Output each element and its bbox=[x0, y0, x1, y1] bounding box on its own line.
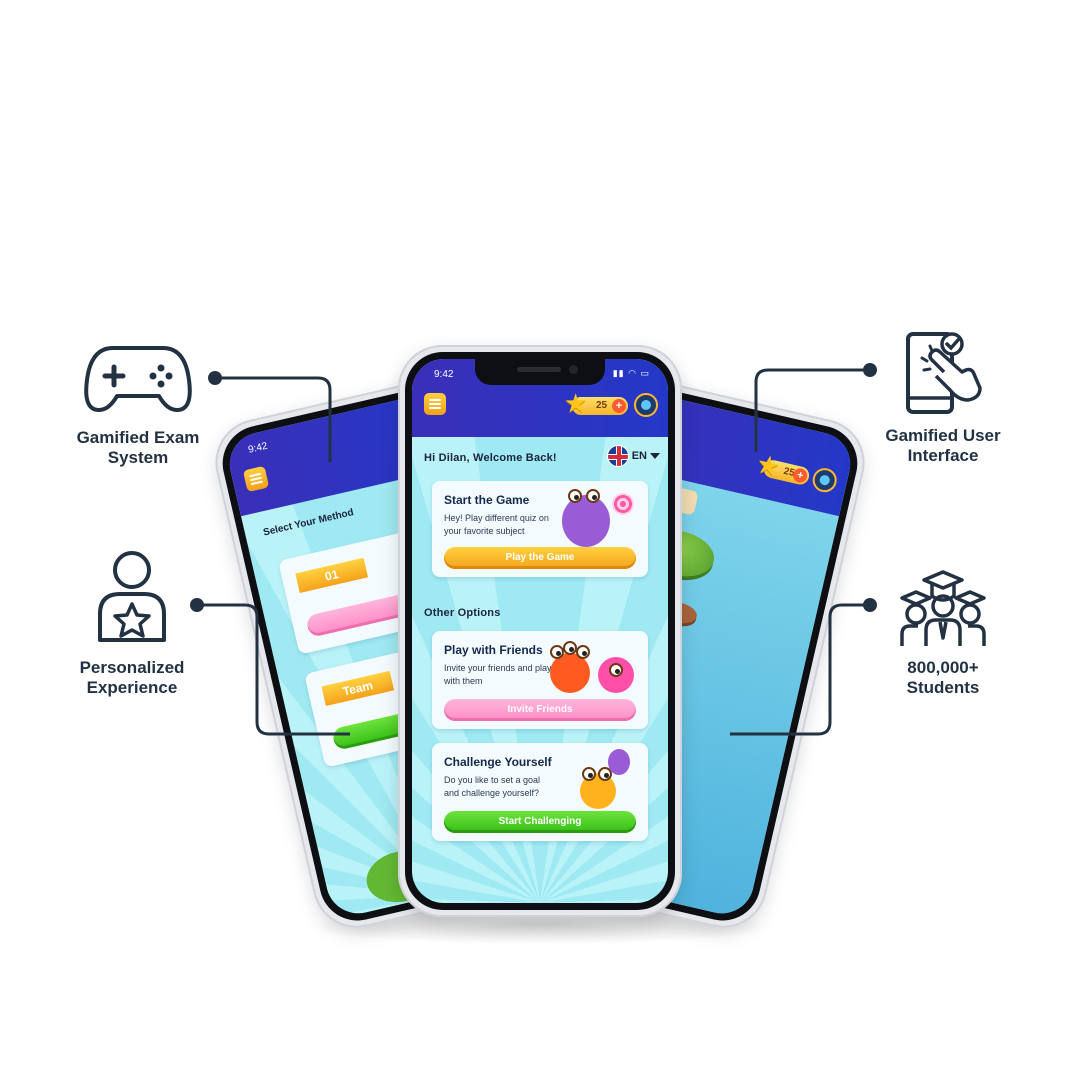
feature-label: Personalized Experience bbox=[79, 658, 185, 697]
feature-gamified-ui: Gamified User Interface bbox=[858, 330, 1028, 466]
right-stars-counter[interactable]: ★ 25 + bbox=[754, 448, 811, 487]
phone-tap-icon bbox=[906, 332, 982, 414]
add-stars-icon[interactable]: + bbox=[791, 467, 809, 484]
right-profile-avatar[interactable] bbox=[810, 465, 840, 495]
card-title: Play with Friends bbox=[444, 643, 543, 657]
feature-label: Gamified User Interface bbox=[885, 426, 1001, 465]
other-options-heading: Other Options bbox=[424, 607, 501, 619]
center-status-time: 9:42 bbox=[434, 369, 454, 380]
left-ribbon-team: Team bbox=[321, 670, 395, 707]
feature-students: 800,000+ Students bbox=[858, 568, 1028, 698]
left-ribbon-01: 01 bbox=[295, 557, 369, 594]
notch-camera bbox=[569, 365, 578, 374]
invite-friends-button[interactable]: Invite Friends bbox=[444, 699, 636, 721]
graduates-icon bbox=[900, 570, 986, 646]
pink-monster-icon bbox=[598, 657, 634, 693]
feature-personalized: Personalized Experience bbox=[47, 548, 217, 698]
star-icon: ★ bbox=[564, 388, 588, 418]
profile-avatar[interactable] bbox=[634, 393, 658, 417]
orange-monster-icon bbox=[550, 641, 590, 693]
language-code: EN bbox=[631, 450, 647, 462]
star-icon: ★ bbox=[753, 447, 784, 483]
add-stars-icon[interactable]: + bbox=[612, 399, 626, 413]
card-description: Do you like to set a goal and challenge … bbox=[444, 775, 541, 798]
card-title: Start the Game bbox=[444, 493, 530, 507]
lollipop-icon bbox=[612, 493, 634, 515]
feature-gamified-exam: Gamified Exam System bbox=[53, 340, 223, 468]
center-phone-mockup: 9:42 ▮▮ ◠ ▭ ★ 25 + Hi Dilan, Welcome Bac… bbox=[398, 345, 682, 917]
play-friends-card[interactable]: Play with Friends Invite your friends an… bbox=[432, 631, 648, 729]
feature-label: Gamified Exam System bbox=[76, 428, 200, 467]
play-game-button[interactable]: Play the Game bbox=[444, 547, 636, 569]
feature-label: 800,000+ Students bbox=[906, 658, 980, 697]
chevron-down-icon bbox=[650, 453, 660, 459]
phone-notch bbox=[475, 359, 605, 385]
welcome-greeting: Hi Dilan, Welcome Back! bbox=[424, 452, 557, 464]
gamepad-icon bbox=[84, 346, 192, 412]
card-description: Hey! Play different quiz on your favorit… bbox=[444, 513, 549, 536]
left-screen-title: Select Your Method bbox=[262, 507, 355, 539]
yellow-monster-icon bbox=[580, 767, 616, 809]
notch-speaker bbox=[517, 367, 561, 372]
start-game-card[interactable]: Start the Game Hey! Play different quiz … bbox=[432, 481, 648, 577]
left-status-time: 9:42 bbox=[247, 440, 269, 456]
challenge-card[interactable]: Challenge Yourself Do you like to set a … bbox=[432, 743, 648, 841]
left-menu-button[interactable] bbox=[242, 465, 270, 493]
balloon-icon bbox=[608, 749, 630, 775]
uk-flag-icon bbox=[606, 445, 629, 467]
language-selector[interactable]: EN bbox=[606, 445, 660, 467]
user-star-icon bbox=[98, 551, 166, 642]
stars-count: 25 bbox=[596, 400, 608, 411]
start-challenging-button[interactable]: Start Challenging bbox=[444, 811, 636, 833]
stars-counter[interactable]: ★ 25 + bbox=[564, 388, 628, 418]
status-signal-icons: ▮▮ ◠ ▭ bbox=[612, 368, 650, 378]
center-menu-button[interactable] bbox=[424, 393, 446, 415]
card-description: Invite your friends and play with them bbox=[444, 663, 552, 686]
center-phone-screen: 9:42 ▮▮ ◠ ▭ ★ 25 + Hi Dilan, Welcome Bac… bbox=[412, 359, 668, 903]
card-title: Challenge Yourself bbox=[444, 755, 552, 769]
purple-monster-icon bbox=[562, 489, 610, 547]
